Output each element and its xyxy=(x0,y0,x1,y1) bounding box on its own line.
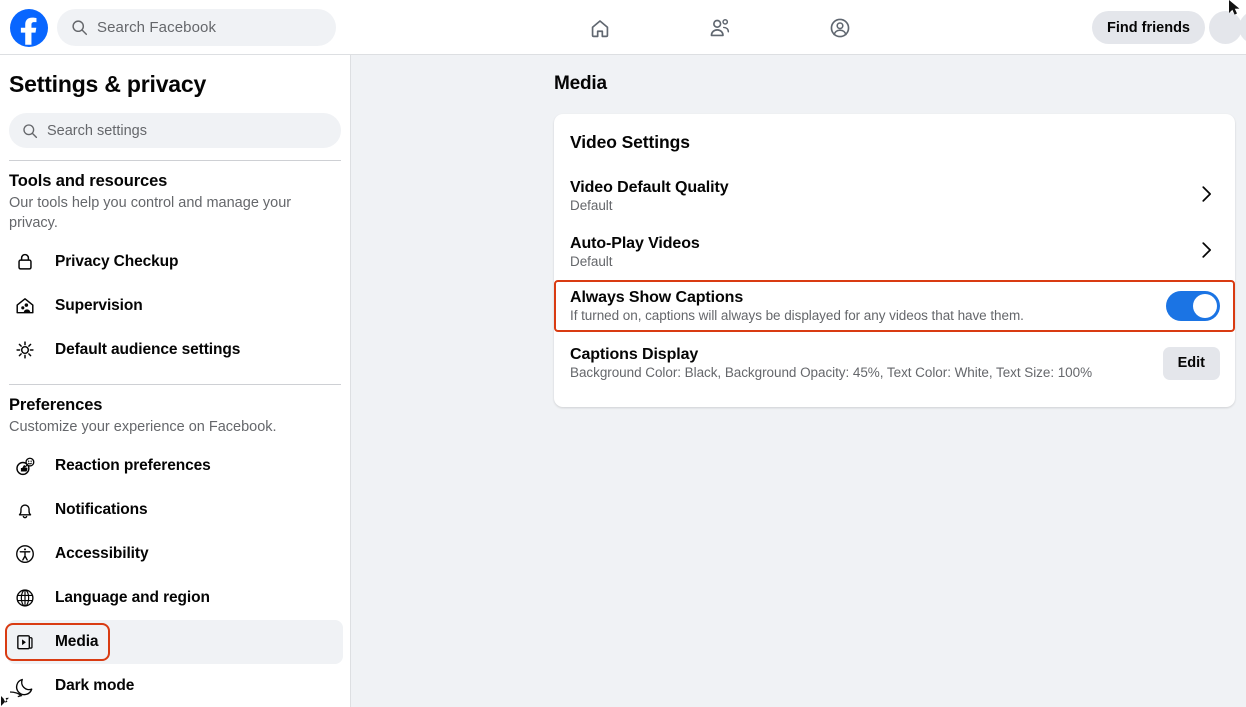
reaction-icon xyxy=(12,453,38,479)
media-icon xyxy=(12,629,38,655)
sidebar-item-label: Dark mode xyxy=(55,677,134,695)
row-description: If turned on, captions will always be di… xyxy=(570,308,1166,323)
row-value: Default xyxy=(570,254,1195,269)
header-circle-button-1[interactable] xyxy=(1209,11,1242,44)
sidebar-item-label: Notifications xyxy=(55,501,148,519)
moon-icon xyxy=(12,673,38,699)
nav-friends-button[interactable] xyxy=(660,0,780,55)
search-settings-placeholder: Search settings xyxy=(47,123,147,139)
sidebar-item-label: Reaction preferences xyxy=(55,457,211,475)
sidebar-divider-top xyxy=(9,160,341,161)
home-icon xyxy=(587,15,613,41)
chevron-right-icon[interactable] xyxy=(1195,183,1220,210)
search-icon xyxy=(71,19,88,36)
facebook-logo[interactable] xyxy=(10,9,48,47)
search-icon xyxy=(22,123,38,139)
captions-display-edit-button[interactable]: Edit xyxy=(1163,347,1220,380)
row-value: Default xyxy=(570,198,1195,213)
sidebar-item-notifications[interactable]: Notifications xyxy=(7,488,343,532)
search-facebook-placeholder: Search Facebook xyxy=(97,19,216,36)
row-label: Video Default Quality xyxy=(570,179,1195,197)
settings-sidebar: Settings & privacy Search settings Tools… xyxy=(0,55,351,707)
sidebar-item-dark-mode[interactable]: Dark mode xyxy=(7,664,343,707)
section-title-preferences: Preferences xyxy=(9,396,350,415)
row-text: Video Default Quality Default xyxy=(570,179,1195,213)
row-text: Always Show Captions If turned on, capti… xyxy=(570,289,1166,323)
sidebar-menu-preferences: Reaction preferences Notifications Acces… xyxy=(0,444,350,707)
always-show-captions-toggle[interactable] xyxy=(1166,291,1220,321)
sidebar-item-reaction-preferences[interactable]: Reaction preferences xyxy=(7,444,343,488)
nav-profile-button[interactable] xyxy=(780,0,900,55)
video-settings-card: Video Settings Video Default Quality Def… xyxy=(554,114,1235,407)
card-title: Video Settings xyxy=(570,132,1235,153)
lock-icon xyxy=(12,249,38,275)
sidebar-item-accessibility[interactable]: Accessibility xyxy=(7,532,343,576)
row-label: Captions Display xyxy=(570,346,1163,364)
setting-row-auto-play-videos[interactable]: Auto-Play Videos Default xyxy=(554,224,1235,280)
profile-icon xyxy=(827,15,853,41)
page-title: Media xyxy=(554,73,1246,95)
gear-icon xyxy=(12,337,38,363)
row-text: Captions Display Background Color: Black… xyxy=(570,346,1163,380)
nav-home-button[interactable] xyxy=(540,0,660,55)
supervision-icon xyxy=(12,293,38,319)
top-header: Search Facebook Find friends xyxy=(0,0,1246,55)
sidebar-item-supervision[interactable]: Supervision xyxy=(7,284,343,328)
friends-icon xyxy=(707,15,733,41)
header-circle-button-2[interactable] xyxy=(1239,11,1246,44)
row-description: Background Color: Black, Background Opac… xyxy=(570,365,1163,380)
chevron-right-icon[interactable] xyxy=(1195,239,1220,266)
sidebar-item-label: Privacy Checkup xyxy=(55,253,178,271)
section-title-tools: Tools and resources xyxy=(9,172,350,191)
sidebar-item-label: Supervision xyxy=(55,297,143,315)
find-friends-button[interactable]: Find friends xyxy=(1092,11,1205,44)
sidebar-menu-tools: Privacy Checkup Supervision xyxy=(0,240,350,372)
row-text: Auto-Play Videos Default xyxy=(570,235,1195,269)
sidebar-item-label: Language and region xyxy=(55,589,210,607)
setting-row-captions-display: Captions Display Background Color: Black… xyxy=(554,332,1235,394)
bell-icon xyxy=(12,497,38,523)
setting-row-video-default-quality[interactable]: Video Default Quality Default xyxy=(554,168,1235,224)
row-label: Auto-Play Videos xyxy=(570,235,1195,253)
sidebar-item-label: Accessibility xyxy=(55,545,148,563)
header-nav xyxy=(540,0,900,55)
section-subtitle-tools: Our tools help you control and manage yo… xyxy=(9,193,341,233)
search-settings-input[interactable]: Search settings xyxy=(9,113,341,148)
accessibility-icon xyxy=(12,541,38,567)
setting-row-always-show-captions: Always Show Captions If turned on, capti… xyxy=(554,280,1235,332)
search-facebook-input[interactable]: Search Facebook xyxy=(57,9,336,46)
main-content: Media Video Settings Video Default Quali… xyxy=(352,55,1246,707)
sidebar-item-label: Default audience settings xyxy=(55,341,240,359)
section-subtitle-preferences: Customize your experience on Facebook. xyxy=(9,417,341,437)
sidebar-title: Settings & privacy xyxy=(9,71,350,98)
row-label: Always Show Captions xyxy=(570,289,1166,307)
sidebar-item-language-and-region[interactable]: Language and region xyxy=(7,576,343,620)
sidebar-item-default-audience-settings[interactable]: Default audience settings xyxy=(7,328,343,372)
toggle-knob xyxy=(1193,294,1217,318)
sidebar-divider-mid xyxy=(9,384,341,385)
sidebar-item-label: Media xyxy=(55,633,98,651)
sidebar-item-media[interactable]: Media xyxy=(7,620,343,664)
sidebar-item-privacy-checkup[interactable]: Privacy Checkup xyxy=(7,240,343,284)
globe-icon xyxy=(12,585,38,611)
